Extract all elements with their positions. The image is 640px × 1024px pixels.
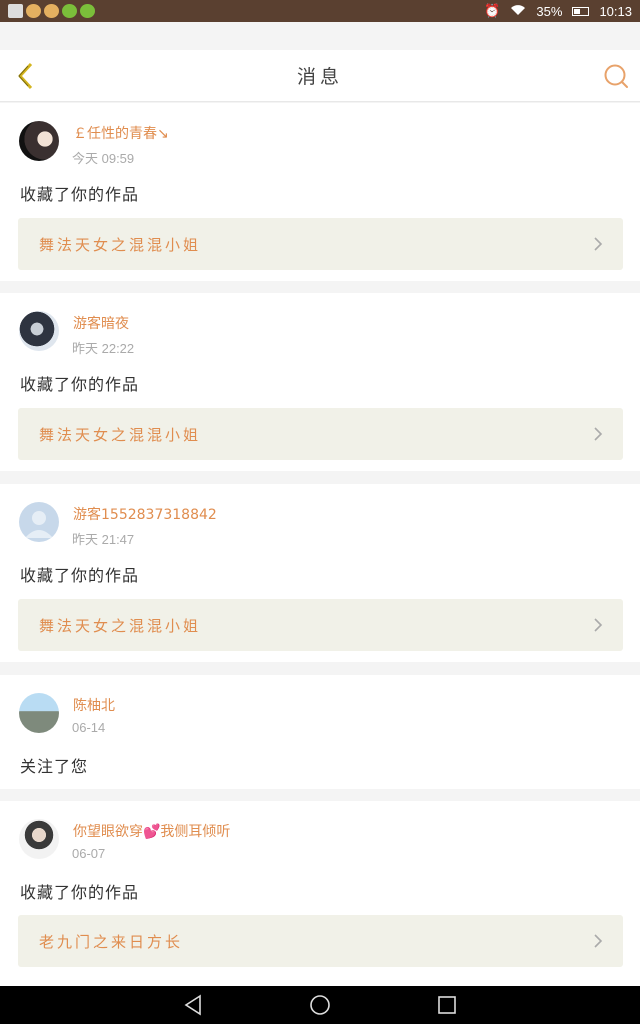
circle-home-icon xyxy=(310,995,330,1015)
username[interactable]: 陈柚北 xyxy=(73,695,115,715)
back-button[interactable] xyxy=(10,60,40,92)
home-nav-button[interactable] xyxy=(309,994,331,1016)
avatar[interactable] xyxy=(19,693,59,733)
action-text: 收藏了你的作品 xyxy=(20,185,140,204)
action-text: 关注了您 xyxy=(20,757,89,776)
work-title: 舞法天女之混混小姐 xyxy=(39,616,202,635)
triangle-back-icon xyxy=(184,994,202,1016)
message-card: 陈柚北 06-14 关注了您 xyxy=(0,675,640,789)
avatar[interactable] xyxy=(19,502,59,542)
username[interactable]: ￡任性的青春↘ xyxy=(73,123,169,143)
status-bar: ⏰ 35% 10:13 xyxy=(0,0,640,22)
message-card: 你望眼欲穿💕我侧耳倾听 06-07 收藏了你的作品 老九门之来日方长 xyxy=(0,801,640,986)
work-link[interactable]: 舞法天女之混混小姐 xyxy=(18,408,623,460)
weibo-icon xyxy=(44,4,59,18)
page-title: 消息 xyxy=(296,66,343,88)
timestamp: 06-07 xyxy=(72,846,106,861)
back-nav-button[interactable] xyxy=(182,994,204,1016)
weibo-icon xyxy=(26,4,41,18)
search-button[interactable] xyxy=(602,62,630,90)
action-text: 收藏了你的作品 xyxy=(20,375,140,394)
app-header: 消息 xyxy=(0,50,640,102)
default-avatar-icon xyxy=(25,511,53,538)
work-link[interactable]: 老九门之来日方长 xyxy=(18,915,623,967)
work-link[interactable]: 舞法天女之混混小姐 xyxy=(18,218,623,270)
work-title: 舞法天女之混混小姐 xyxy=(39,425,202,444)
square-recents-icon xyxy=(437,996,456,1014)
wifi-icon xyxy=(510,4,526,19)
battery-icon xyxy=(572,6,590,16)
timestamp: 06-14 xyxy=(72,720,106,735)
app-icon xyxy=(62,4,77,18)
chevron-right-icon xyxy=(594,618,603,632)
username[interactable]: 游客暗夜 xyxy=(73,313,129,333)
search-icon xyxy=(604,64,628,88)
avatar[interactable] xyxy=(19,311,59,351)
app-icon xyxy=(80,4,95,18)
username[interactable]: 游客1552837318842 xyxy=(73,504,217,524)
chevron-right-icon xyxy=(594,427,603,441)
timestamp: 昨天 22:22 xyxy=(72,341,135,356)
clock: 10:13 xyxy=(599,3,632,19)
avatar[interactable] xyxy=(19,121,59,161)
message-card: 游客1552837318842 昨天 21:47 收藏了你的作品 舞法天女之混混… xyxy=(0,484,640,662)
action-text: 收藏了你的作品 xyxy=(20,883,140,902)
battery-percent: 35% xyxy=(536,3,563,19)
action-text: 收藏了你的作品 xyxy=(20,566,140,585)
alarm-icon: ⏰ xyxy=(484,3,501,18)
work-title: 老九门之来日方长 xyxy=(39,932,184,951)
username[interactable]: 你望眼欲穿💕我侧耳倾听 xyxy=(73,821,230,841)
timestamp: 昨天 21:47 xyxy=(72,532,135,547)
recents-nav-button[interactable] xyxy=(436,994,458,1016)
work-link[interactable]: 舞法天女之混混小姐 xyxy=(18,599,623,651)
chevron-right-icon xyxy=(594,237,603,251)
work-title: 舞法天女之混混小姐 xyxy=(39,235,202,254)
message-card: ￡任性的青春↘ 今天 09:59 收藏了你的作品 舞法天女之混混小姐 xyxy=(0,103,640,281)
notification-icons xyxy=(8,4,95,18)
timestamp: 今天 09:59 xyxy=(72,151,135,166)
app-icon xyxy=(8,4,23,18)
avatar[interactable] xyxy=(19,819,59,859)
chevron-right-icon xyxy=(594,934,603,948)
message-card: 游客暗夜 昨天 22:22 收藏了你的作品 舞法天女之混混小姐 xyxy=(0,293,640,471)
system-nav-bar xyxy=(0,986,640,1024)
chevron-left-icon xyxy=(18,62,33,90)
